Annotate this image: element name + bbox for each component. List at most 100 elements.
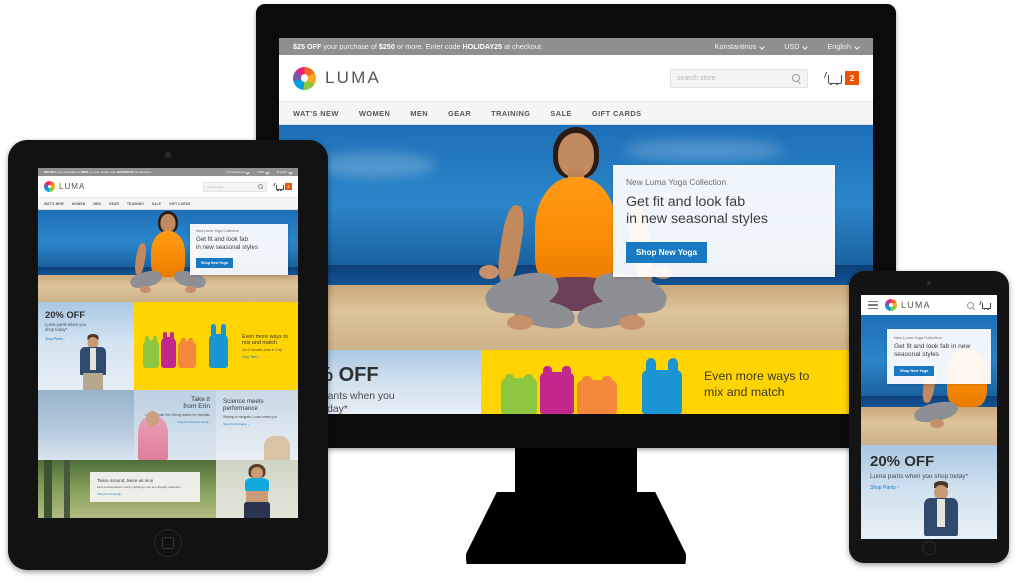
- mobile-header: LUMA: [861, 295, 997, 315]
- erin-tile[interactable]: Take it from Erin Luma founder Erin Renn…: [134, 390, 216, 460]
- tees-promo-text: Even more ways to mix and match Our 5 ve…: [242, 334, 288, 359]
- nav-item-men[interactable]: MEN: [93, 202, 101, 206]
- nav-item-training[interactable]: TRAINING: [127, 202, 144, 206]
- nav-item-whats-new[interactable]: WAT'S NEW: [44, 202, 64, 206]
- phone-device: LUMA New Luma Yoga Collection Get fit an…: [849, 271, 1009, 563]
- nav-item-gear[interactable]: GEAR: [448, 109, 471, 118]
- shop-new-yoga-button[interactable]: Shop New Yoga: [626, 241, 708, 263]
- eco-title: Twice around, twice as nice: [97, 478, 154, 483]
- tank-green: [143, 336, 159, 368]
- promo-text-mid: your purchase of: [56, 170, 81, 174]
- device-showcase: $25 OFF your purchase of $250 or more. E…: [0, 0, 1025, 585]
- site-header: LUMA search store 2: [279, 55, 873, 101]
- cart-button[interactable]: 2: [823, 71, 859, 85]
- nav-item-gift-cards[interactable]: GIFT CARDS: [169, 202, 190, 206]
- search-input[interactable]: search store: [670, 68, 808, 88]
- brand-logo[interactable]: LUMA: [293, 66, 381, 90]
- nav-item-women[interactable]: WOMEN: [359, 109, 390, 118]
- language-menu[interactable]: English: [827, 42, 860, 51]
- account-label: Konstantinos: [226, 170, 245, 174]
- pants-promo-tile[interactable]: 20% OFF Luma pants when you shop today* …: [861, 445, 997, 539]
- tablet-screen: $25 OFF your purchase of $250 or more. E…: [38, 168, 298, 518]
- model-foot-left: [930, 419, 945, 428]
- model-leggings: [244, 502, 270, 518]
- tablet-home-button[interactable]: [154, 529, 182, 557]
- promo-amount: $25 OFF: [293, 42, 322, 51]
- nav-item-women[interactable]: WOMEN: [72, 202, 86, 206]
- nav-item-men[interactable]: MEN: [410, 109, 428, 118]
- tablet-device: $25 OFF your purchase of $250 or more. E…: [8, 140, 328, 570]
- promo-threshold: $250: [378, 42, 395, 51]
- phone-screen: LUMA New Luma Yoga Collection Get fit an…: [861, 295, 997, 539]
- luma-ring-icon: [44, 181, 55, 192]
- promo-threshold: $250: [80, 170, 88, 174]
- search-icon: [258, 184, 264, 190]
- chevron-down-icon: [288, 169, 293, 175]
- tees-promo-tile[interactable]: Even more ways to mix and match: [481, 350, 873, 414]
- chevron-down-icon: [265, 169, 270, 175]
- tank-orange: [577, 376, 617, 414]
- nav-item-gear[interactable]: GEAR: [109, 202, 119, 206]
- search-input[interactable]: search store: [203, 181, 267, 192]
- science-subtitle: Wicking to navigate, Luma covers you: [223, 415, 277, 419]
- eco-preview-tile[interactable]: [38, 390, 134, 460]
- hero-title: Get fit and look fab in new seasonal sty…: [196, 236, 282, 251]
- cart-count-badge: 2: [845, 71, 859, 85]
- search-placeholder: search store: [677, 74, 716, 82]
- currency-label: USD: [257, 170, 264, 174]
- nav-item-whats-new[interactable]: WAT'S NEW: [293, 109, 339, 118]
- currency-menu[interactable]: USD: [784, 42, 809, 51]
- cloud-shape: [314, 152, 435, 178]
- phone-camera: [927, 281, 931, 285]
- nav-item-gift-cards[interactable]: GIFT CARDS: [592, 109, 642, 118]
- tank-magenta: [161, 332, 176, 368]
- tees-promo-tile[interactable]: Even more ways to mix and match Our 5 ve…: [134, 302, 298, 390]
- shop-tees-link[interactable]: Shop Tees ›: [242, 355, 288, 359]
- hero-caption-card: New Luma Yoga Collection Get fit and loo…: [190, 224, 288, 276]
- currency-menu[interactable]: USD: [257, 169, 270, 175]
- phone-home-button[interactable]: [922, 541, 936, 555]
- nav-item-sale[interactable]: SALE: [152, 202, 161, 206]
- currency-label: USD: [784, 42, 800, 51]
- monitor-stand: [466, 492, 686, 564]
- account-menu[interactable]: Konstantinos: [226, 169, 250, 175]
- brand-logo[interactable]: LUMA: [44, 181, 85, 192]
- hero-banner: New Luma Yoga Collection Get fit and loo…: [38, 210, 298, 302]
- shop-performance-link[interactable]: Shop Performance ›: [223, 422, 292, 426]
- hero-title: Get fit and look fab in new seasonal sty…: [626, 194, 822, 229]
- tank-magenta: [540, 366, 574, 414]
- hero-title-line1: Get fit and look fab: [196, 236, 248, 243]
- athlete-tile[interactable]: [216, 460, 298, 518]
- desktop-monitor: $25 OFF your purchase of $250 or more. E…: [256, 4, 896, 448]
- tank-orange: [178, 338, 196, 368]
- search-icon[interactable]: [967, 301, 974, 310]
- promo-strip: 20% OFF Luma pants when you shop today*: [279, 350, 873, 414]
- account-menu[interactable]: Konstantinos: [715, 42, 766, 51]
- cart-button[interactable]: 2: [273, 182, 292, 191]
- chevron-down-icon: [245, 169, 250, 175]
- eco-tile[interactable]: Twice around, twice as nice Find conscie…: [38, 460, 216, 518]
- nav-item-sale[interactable]: SALE: [550, 109, 572, 118]
- promo-code: HOLIDAY25: [462, 42, 503, 51]
- nav-item-training[interactable]: TRAINING: [491, 109, 530, 118]
- science-tile[interactable]: Science meets performance Wicking to nav…: [216, 390, 298, 460]
- tees-promo-line2: mix and match: [704, 384, 785, 399]
- promo-amount: $25 OFF: [44, 170, 57, 174]
- hero-title: Get fit and look fab in new seasonal sty…: [894, 343, 971, 359]
- language-menu[interactable]: English: [277, 169, 293, 175]
- cart-icon[interactable]: [979, 300, 991, 310]
- hamburger-menu-icon[interactable]: [868, 301, 878, 309]
- cart-icon: [273, 182, 284, 191]
- tank-top-graphics: [143, 324, 228, 368]
- model-arm-left: [495, 203, 527, 285]
- tree-trunk: [64, 460, 70, 518]
- promo-text-after: or more. Enter code: [87, 170, 117, 174]
- shop-new-yoga-button[interactable]: Shop New Yoga: [894, 366, 935, 377]
- shop-eco-link[interactable]: Shop Eco-Friendly ›: [97, 492, 193, 496]
- site-header: LUMA search store 2: [38, 176, 298, 197]
- female-model-blonde: [264, 436, 290, 460]
- pants-promo-tile[interactable]: 20% OFF Luma pants when you shop today* …: [38, 302, 134, 390]
- grid-row-1: 20% OFF Luma pants when you shop today* …: [38, 302, 298, 390]
- shop-new-yoga-button[interactable]: Shop New Yoga: [196, 258, 233, 269]
- model-hand-left: [479, 265, 499, 279]
